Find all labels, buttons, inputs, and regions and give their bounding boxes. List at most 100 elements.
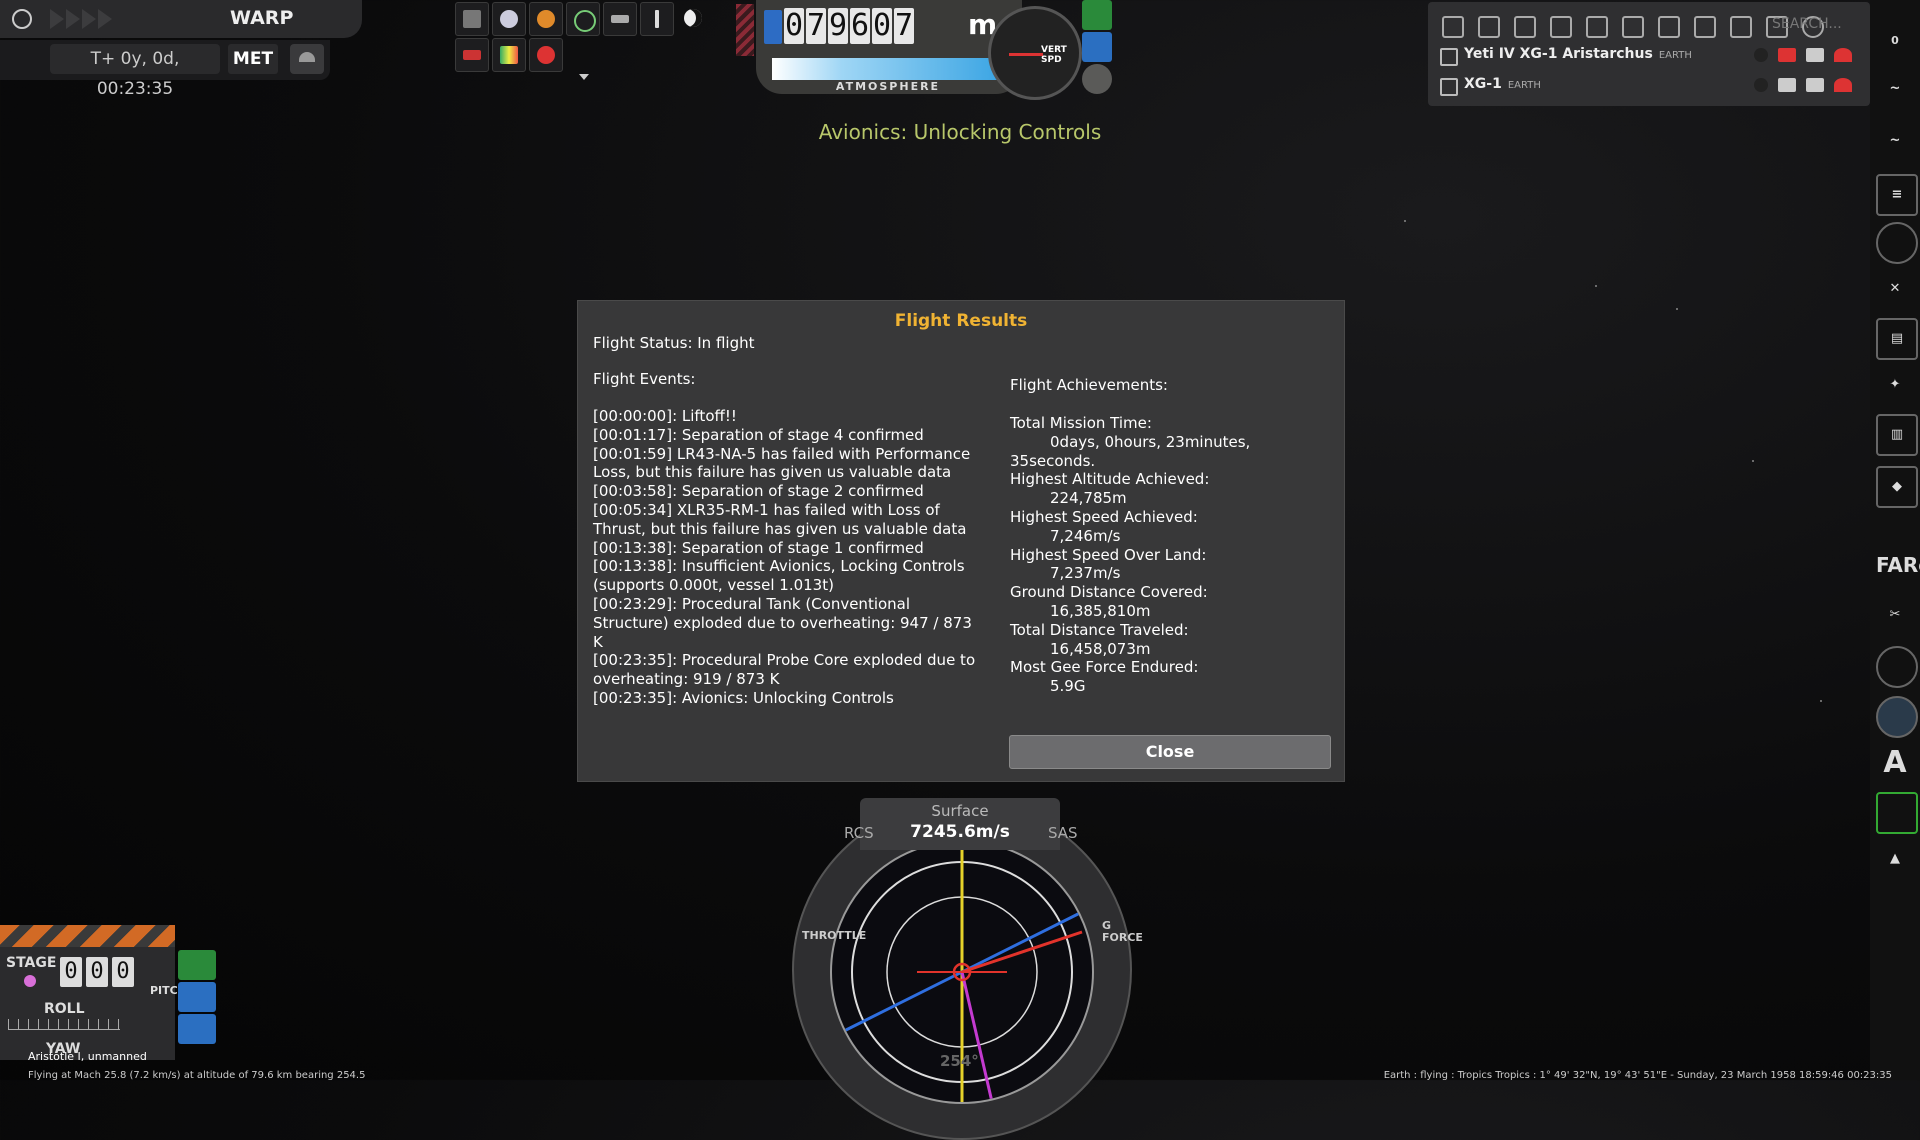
top-toolbar <box>455 0 720 80</box>
vspd-label-line2: SPD <box>1041 55 1062 65</box>
chevron-down-icon[interactable] <box>579 74 589 80</box>
altitude-digit: 6 <box>850 8 870 44</box>
stack-icon[interactable] <box>1876 792 1918 834</box>
flight-events-list: [00:00:00]: Liftoff!! [00:01:17]: Separa… <box>593 407 983 708</box>
scanner-icon[interactable] <box>603 2 637 36</box>
crew-icon[interactable] <box>178 982 216 1012</box>
stage-digit: 0 <box>112 957 134 987</box>
rcs-indicator[interactable]: RCS <box>844 824 874 842</box>
vessel-actions <box>1754 78 1852 92</box>
eva-filter-icon[interactable] <box>1730 16 1752 38</box>
pencil-icon[interactable] <box>640 2 674 36</box>
alarm-icon[interactable] <box>566 2 600 36</box>
sun-icon[interactable] <box>1754 78 1768 92</box>
vessel-info: Aristotle I, unmanned <box>28 1050 147 1063</box>
status-message: Avionics: Unlocking Controls <box>818 120 1102 144</box>
pitch-label: PITCH <box>150 984 187 997</box>
close-button[interactable]: Close <box>1009 735 1331 769</box>
warp-rate-arrows[interactable] <box>50 9 112 29</box>
camera-mode-icon[interactable] <box>1082 0 1112 30</box>
heading-readout: 254° <box>940 1052 979 1070</box>
navball-heading-line <box>961 930 1083 974</box>
altimeter-hatch <box>736 4 754 56</box>
vessel-row[interactable]: XG-1 EARTH <box>1438 74 1858 98</box>
location-info: Earth : flying : Tropics Tropics : 1° 49… <box>1383 1070 1892 1081</box>
sea-level-icon <box>764 10 782 44</box>
globe-icon[interactable] <box>178 1014 216 1044</box>
stage-digits: 0 0 0 <box>60 957 134 987</box>
dialog-title: Flight Results <box>894 311 1028 331</box>
vessel-row[interactable]: Yeti IV XG-1 Aristarchus EARTH <box>1438 44 1858 68</box>
vertical-speed-needle <box>1009 53 1043 56</box>
film-icon[interactable] <box>455 38 489 72</box>
warp-bar: WARP <box>0 0 362 38</box>
altimeter-body: 0 7 9 6 0 7 m ATMOSPHERE <box>756 0 1022 94</box>
engine-mode-icon[interactable] <box>178 950 216 980</box>
achievement-label: Total Mission Time: <box>1010 414 1152 432</box>
lander-filter-icon[interactable] <box>1514 16 1536 38</box>
sun-icon[interactable] <box>290 44 324 74</box>
alarm-icon[interactable] <box>1876 222 1918 264</box>
flight-event: [00:05:34] XLR35-RM-1 has failed with Lo… <box>593 500 967 538</box>
altimeter: 0 7 9 6 0 7 m ATMOSPHERE VERT SPD <box>736 0 1116 100</box>
map-view-icon[interactable] <box>1082 32 1112 62</box>
settings-icon[interactable]: ✦ <box>1876 366 1914 404</box>
clipboard-icon[interactable] <box>455 2 489 36</box>
vessel-name: Yeti IV XG-1 Aristarchus EARTH <box>1464 46 1692 62</box>
flask-filter-icon[interactable] <box>1550 16 1572 38</box>
map-icon[interactable] <box>492 38 526 72</box>
achievement-label: Total Distance Traveled: <box>1010 620 1189 639</box>
graph-icon[interactable]: ~ <box>1876 70 1914 108</box>
plane-filter-icon[interactable] <box>1658 16 1680 38</box>
location-pin-icon[interactable] <box>529 38 563 72</box>
battery-icon[interactable] <box>1778 48 1796 62</box>
probe-filter-icon[interactable] <box>1478 16 1500 38</box>
signal-icon[interactable] <box>1834 78 1852 92</box>
relay-filter-icon[interactable] <box>1586 16 1608 38</box>
list-icon[interactable]: ≡ <box>1876 174 1918 216</box>
comms-icon[interactable]: 0 <box>1876 6 1914 47</box>
battery-icon[interactable] <box>1778 78 1796 92</box>
moon-icon[interactable] <box>677 2 709 34</box>
ship-icon <box>1440 78 1458 96</box>
camera-icon[interactable] <box>1806 48 1824 62</box>
achievement-value: 16,458,073m <box>1050 639 1151 658</box>
a-button[interactable]: A <box>1876 744 1914 782</box>
signal-icon[interactable] <box>1834 48 1852 62</box>
far-button[interactable]: FARc <box>1876 546 1920 584</box>
clipboard-icon[interactable]: ▤ <box>1876 318 1918 360</box>
globe-icon[interactable] <box>492 2 526 36</box>
graph-icon[interactable]: ~ <box>1876 122 1914 160</box>
film-icon[interactable]: ▥ <box>1876 414 1918 456</box>
scissors-icon[interactable]: ✂ <box>1876 596 1914 634</box>
rocket-icon[interactable]: ▲ <box>1876 840 1914 878</box>
roll-scale <box>8 1019 120 1030</box>
altitude-digit: 0 <box>872 8 892 44</box>
sun-icon[interactable] <box>1754 48 1768 62</box>
sun-orange-icon[interactable] <box>529 2 563 36</box>
altimeter-mode-label[interactable]: ATMOSPHERE <box>772 80 1004 93</box>
vessel-search-input[interactable]: SEARCH... <box>1772 16 1842 32</box>
camera-icon[interactable] <box>1806 78 1824 92</box>
debris-filter-icon[interactable] <box>1442 16 1464 38</box>
rover-filter-icon[interactable] <box>1622 16 1644 38</box>
gforce-label: G FORCE <box>1102 919 1143 944</box>
time-warp-panel: WARP T+ 0y, 0d, 00:23:35 MET <box>0 0 362 99</box>
alarm-clock-icon[interactable] <box>12 9 32 29</box>
gauge-icon[interactable] <box>1876 646 1918 688</box>
ship-filter-icon[interactable] <box>1694 16 1716 38</box>
tools-icon[interactable]: ✕ <box>1876 270 1914 308</box>
tag-icon[interactable]: ◆ <box>1876 466 1918 508</box>
stage-lock-icon[interactable] <box>24 975 36 987</box>
stage-label: STAGE <box>6 955 57 971</box>
ro-icon[interactable] <box>1876 696 1918 738</box>
altitude-digits: 0 7 9 6 0 7 <box>784 8 914 44</box>
met-toggle-button[interactable]: MET <box>228 44 278 74</box>
vessel-body: EARTH <box>1507 80 1541 91</box>
vessel-filter-icons <box>1442 16 1824 38</box>
vessel-list-panel: SEARCH... Yeti IV XG-1 Aristarchus EARTH … <box>1428 2 1870 106</box>
speed-display[interactable]: Surface 7245.6m/s <box>860 798 1060 850</box>
flight-info: Flying at Mach 25.8 (7.2 km/s) at altitu… <box>28 1070 366 1081</box>
abort-icon[interactable] <box>1082 64 1112 94</box>
sas-indicator[interactable]: SAS <box>1048 824 1078 842</box>
